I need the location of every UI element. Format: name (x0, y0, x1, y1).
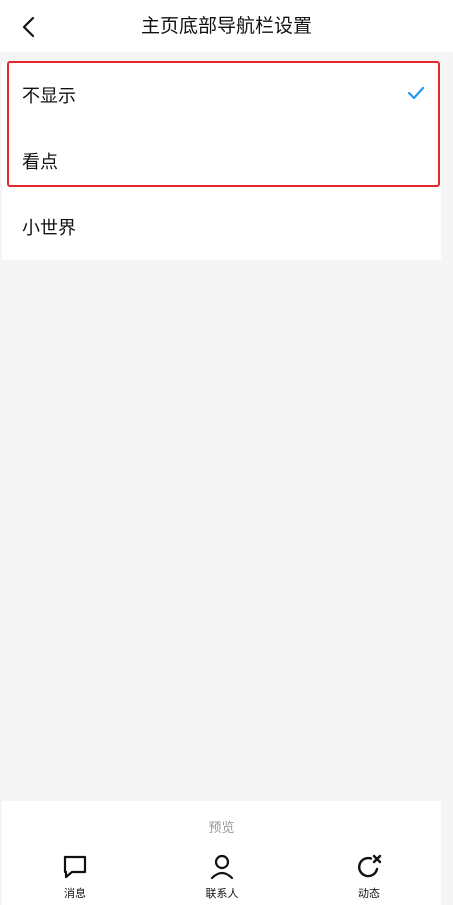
option-small-world[interactable]: 小世界 (2, 194, 441, 260)
option-label: 不显示 (22, 86, 76, 107)
preview-panel: 预览 消息 联系人 动态 (2, 801, 441, 905)
nav-option-list: 不显示 看点 小世界 (2, 62, 441, 260)
top-bar: 主页底部导航栏设置 (0, 0, 453, 52)
tab-messages[interactable]: 消息 (35, 853, 115, 901)
tab-label: 消息 (64, 887, 86, 900)
option-kandian[interactable]: 看点 (2, 128, 441, 194)
tab-moments[interactable]: 动态 (329, 853, 409, 901)
option-label: 小世界 (22, 218, 76, 239)
tab-label: 联系人 (205, 887, 239, 900)
refresh-star-icon (358, 854, 382, 878)
preview-tab-bar: 消息 联系人 动态 (2, 853, 441, 903)
tab-contacts[interactable]: 联系人 (182, 853, 262, 901)
page-title: 主页底部导航栏设置 (140, 15, 312, 37)
checkmark-icon (407, 86, 425, 100)
tab-label: 动态 (358, 887, 380, 900)
chat-bubble-icon (63, 855, 87, 879)
option-hide[interactable]: 不显示 (2, 62, 441, 128)
option-label: 看点 (22, 152, 58, 173)
preview-label: 预览 (208, 821, 235, 836)
screen: 主页底部导航栏设置 不显示 看点 小世界 预览 消息 联系人 动态 (0, 0, 453, 905)
person-icon (210, 854, 234, 880)
